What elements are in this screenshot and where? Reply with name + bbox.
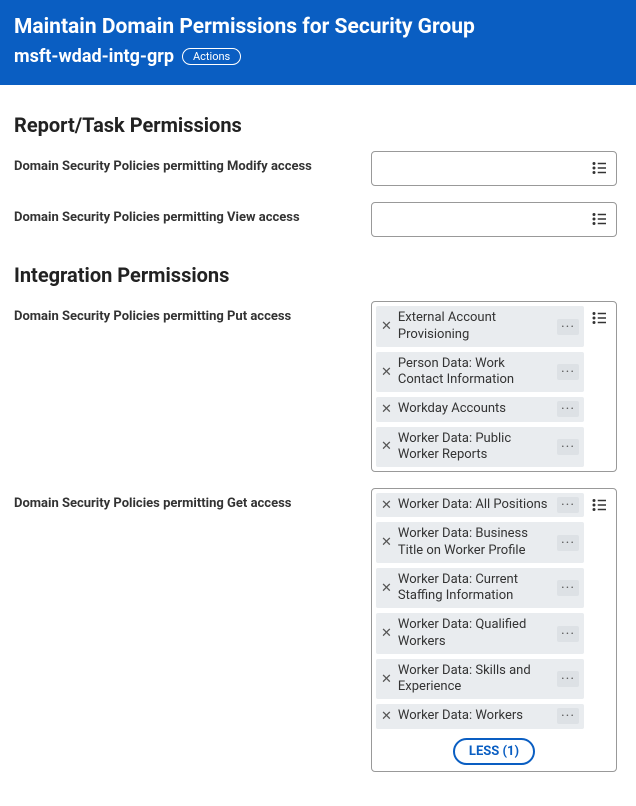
selected-item-pill: ✕ Worker Data: Business Title on Worker P…: [376, 522, 584, 563]
remove-icon[interactable]: ✕: [381, 673, 392, 686]
more-icon[interactable]: ···: [557, 401, 579, 417]
list-icon[interactable]: [591, 159, 609, 177]
selected-item-pill: ✕ Worker Data: Public Worker Reports ···: [376, 427, 584, 468]
remove-icon[interactable]: ✕: [381, 710, 392, 723]
list-icon[interactable]: [591, 309, 609, 327]
page-subtitle: msft-wdad-intg-grp: [14, 46, 174, 67]
remove-icon[interactable]: ✕: [381, 366, 392, 379]
less-button[interactable]: LESS (1): [453, 738, 535, 765]
selected-item-pill: ✕ Person Data: Work Contact Information ··…: [376, 352, 584, 393]
pill-label: Person Data: Work Contact Information: [398, 356, 551, 389]
pill-label: Worker Data: Business Title on Worker Pr…: [398, 526, 551, 559]
list-icon[interactable]: [591, 496, 609, 514]
selected-item-pill: ✕ External Account Provisioning ···: [376, 306, 584, 347]
field-label-modify: Domain Security Policies permitting Modi…: [14, 151, 359, 174]
field-input-modify[interactable]: [371, 151, 617, 186]
field-input-get[interactable]: ✕ Worker Data: All Positions ··· ✕ Worker Da…: [371, 488, 617, 772]
selected-item-pill: ✕ Worker Data: All Positions ···: [376, 493, 584, 517]
field-label-view: Domain Security Policies permitting View…: [14, 202, 359, 225]
field-get-access: Domain Security Policies permitting Get …: [14, 488, 622, 772]
field-input-put[interactable]: ✕ External Account Provisioning ··· ✕ Person…: [371, 301, 617, 472]
section-title-integration: Integration Permissions: [14, 263, 622, 287]
field-view-access: Domain Security Policies permitting View…: [14, 202, 622, 237]
remove-icon[interactable]: ✕: [381, 582, 392, 595]
more-icon[interactable]: ···: [557, 439, 579, 455]
pill-label: Worker Data: Qualified Workers: [398, 617, 551, 650]
selected-item-pill: ✕ Worker Data: Skills and Experience ···: [376, 659, 584, 700]
page-title: Maintain Domain Permissions for Security…: [14, 14, 574, 40]
more-icon[interactable]: ···: [557, 580, 579, 596]
more-icon[interactable]: ···: [557, 364, 579, 380]
field-modify-access: Domain Security Policies permitting Modi…: [14, 151, 622, 186]
field-label-get: Domain Security Policies permitting Get …: [14, 488, 359, 511]
more-icon[interactable]: ···: [557, 708, 579, 724]
pill-label: Workday Accounts: [398, 401, 551, 417]
actions-button[interactable]: Actions: [182, 48, 241, 65]
more-icon[interactable]: ···: [557, 671, 579, 687]
remove-icon[interactable]: ✕: [381, 627, 392, 640]
pill-label: Worker Data: Public Worker Reports: [398, 431, 551, 464]
remove-icon[interactable]: ✕: [381, 403, 392, 416]
field-put-access: Domain Security Policies permitting Put …: [14, 301, 622, 472]
less-button-wrap: LESS (1): [376, 738, 612, 765]
selected-item-pill: ✕ Worker Data: Workers ···: [376, 704, 584, 728]
pill-label: Worker Data: Current Staffing Informatio…: [398, 572, 551, 605]
field-label-put: Domain Security Policies permitting Put …: [14, 301, 359, 324]
more-icon[interactable]: ···: [557, 497, 579, 513]
selected-item-pill: ✕ Worker Data: Qualified Workers ···: [376, 613, 584, 654]
section-title-report-task: Report/Task Permissions: [14, 113, 622, 137]
pill-label: External Account Provisioning: [398, 310, 551, 343]
remove-icon[interactable]: ✕: [381, 440, 392, 453]
pill-label: Worker Data: All Positions: [398, 497, 551, 513]
remove-icon[interactable]: ✕: [381, 499, 392, 512]
more-icon[interactable]: ···: [557, 319, 579, 335]
remove-icon[interactable]: ✕: [381, 320, 392, 333]
field-input-view[interactable]: [371, 202, 617, 237]
selected-item-pill: ✕ Workday Accounts ···: [376, 397, 584, 421]
pill-label: Worker Data: Skills and Experience: [398, 663, 551, 696]
pill-label: Worker Data: Workers: [398, 708, 551, 724]
list-icon[interactable]: [591, 210, 609, 228]
page-header: Maintain Domain Permissions for Security…: [0, 0, 636, 85]
selected-item-pill: ✕ Worker Data: Current Staffing Informati…: [376, 568, 584, 609]
more-icon[interactable]: ···: [557, 535, 579, 551]
subtitle-row: msft-wdad-intg-grp Actions: [14, 46, 622, 67]
remove-icon[interactable]: ✕: [381, 536, 392, 549]
content-area: Report/Task Permissions Domain Security …: [0, 85, 636, 805]
more-icon[interactable]: ···: [557, 626, 579, 642]
